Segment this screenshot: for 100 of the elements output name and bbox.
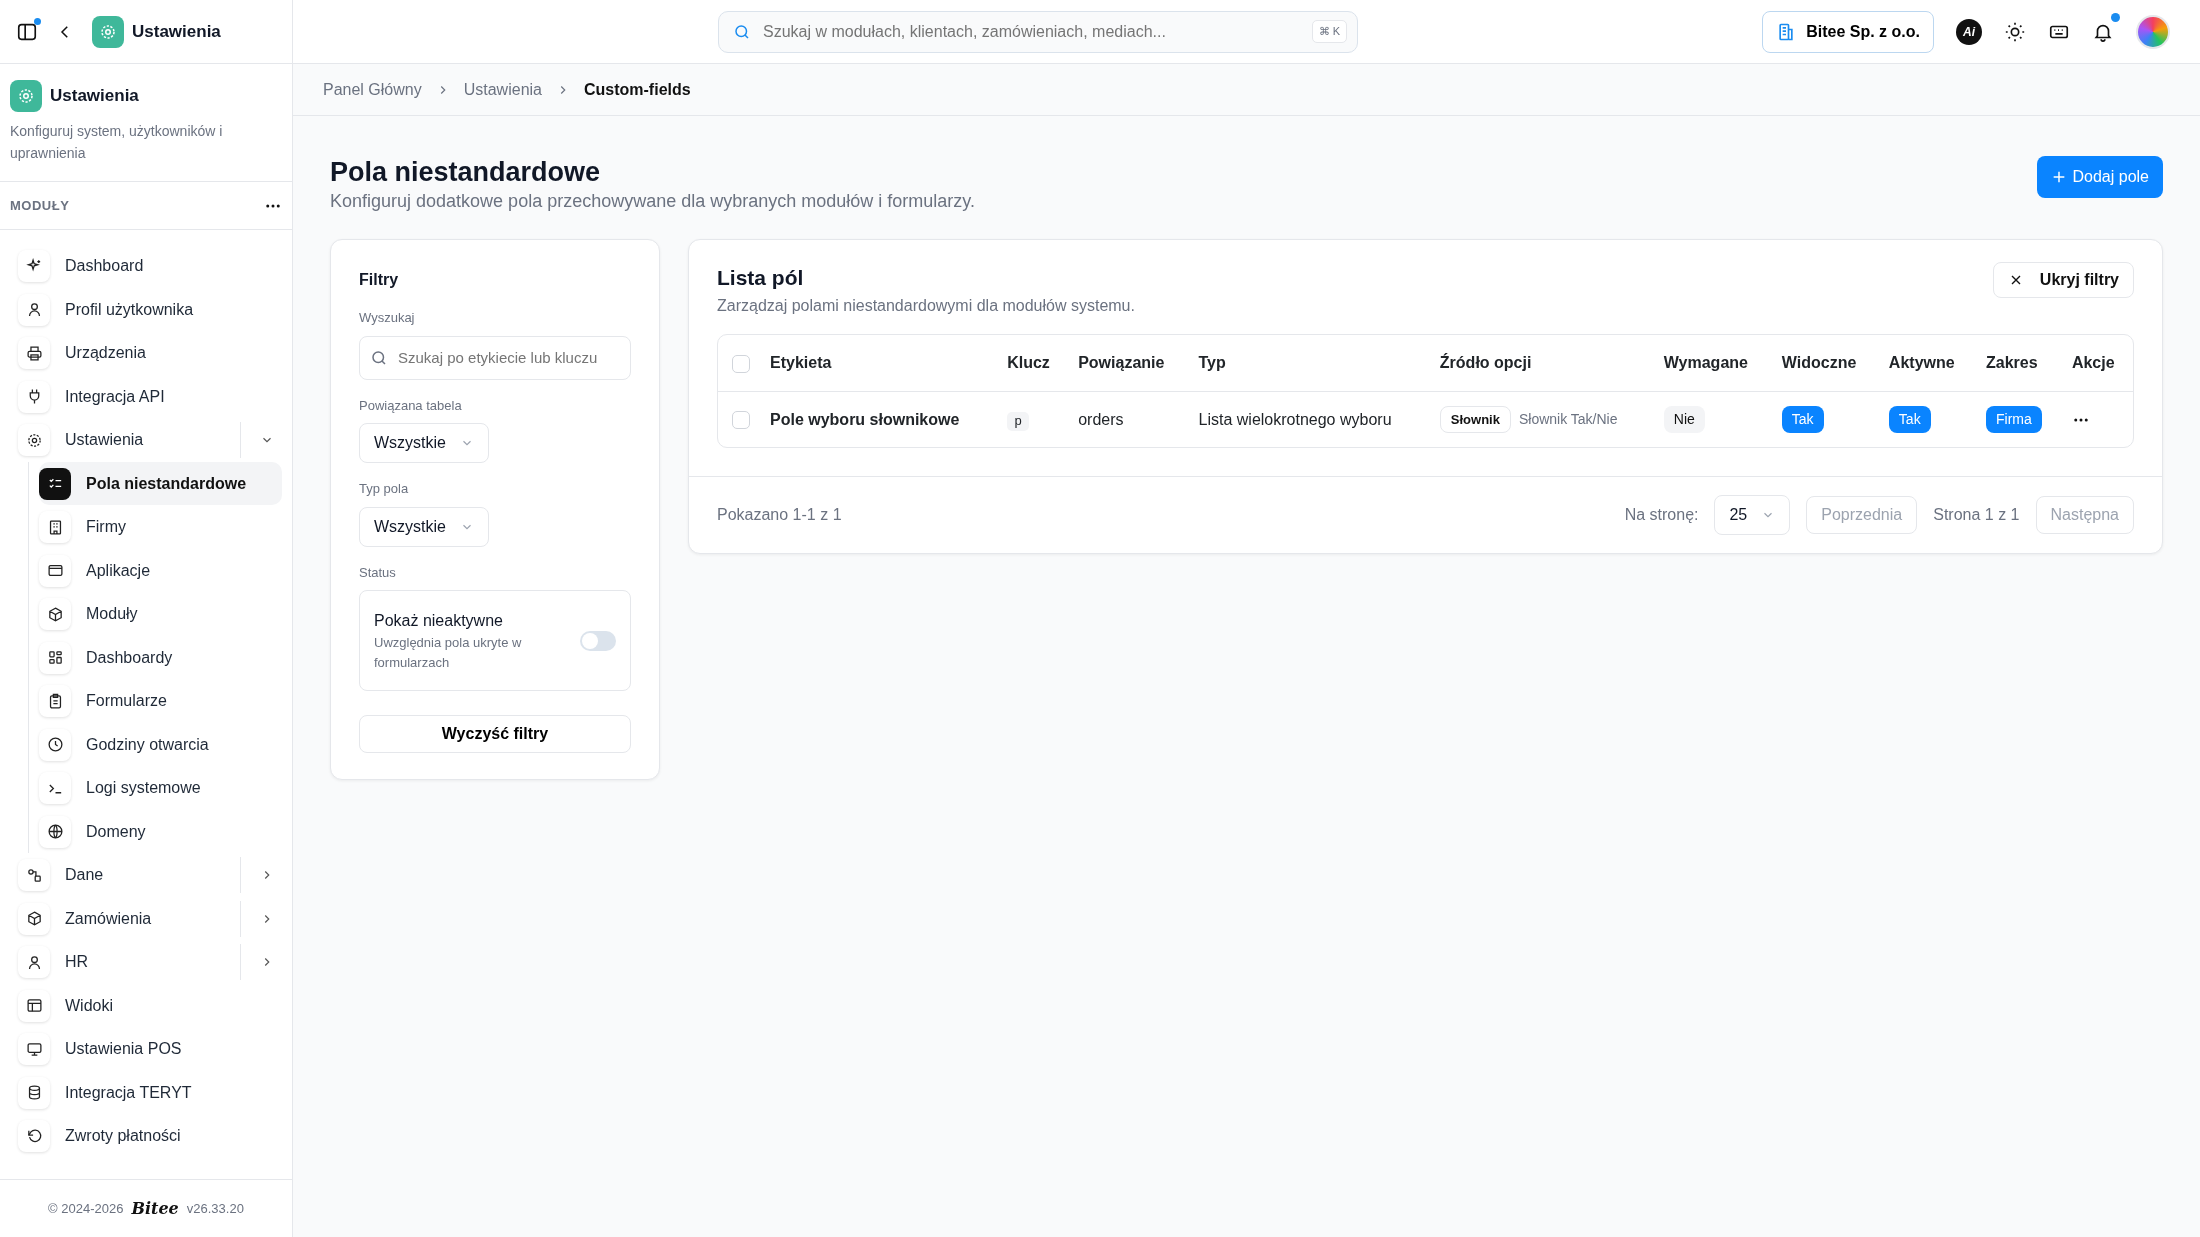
add-field-button[interactable]: Dodaj pole xyxy=(2036,156,2163,198)
type-select[interactable]: Wszystkie xyxy=(359,506,489,547)
sidebar-item[interactable]: Aplikacje xyxy=(39,548,282,593)
current-page-crumb: Custom-fields xyxy=(584,79,691,100)
grid-icon xyxy=(39,641,71,674)
sidebar-item[interactable]: Integracja API xyxy=(18,374,282,419)
company-switcher[interactable]: Bitee Sp. z o.o. xyxy=(1762,10,1934,53)
gear-icon xyxy=(92,15,124,48)
column-header: Wymagane xyxy=(1663,353,1748,371)
gear-icon xyxy=(10,80,42,112)
globe-icon xyxy=(39,815,71,848)
gear-icon xyxy=(18,424,50,457)
section-heading: MODUŁY xyxy=(10,196,70,215)
building-icon xyxy=(39,511,71,544)
source-name: Słownik Tak/Nie xyxy=(1518,410,1618,427)
search-bar[interactable]: Szukaj po etykiecie lub kluczu xyxy=(359,335,631,380)
per-page-label: Na stronę: xyxy=(1624,505,1699,526)
sidebar-item[interactable]: Ustawienia POS xyxy=(18,1027,282,1071)
toggle-hint: Uwzględnia pola ukryte w formularzach xyxy=(374,634,523,672)
page-indicator: Strona 1 z 1 xyxy=(1933,505,2020,526)
column-header: Akcje xyxy=(2071,353,2115,371)
field-label: Wyszukaj xyxy=(359,309,416,328)
terminal-icon xyxy=(39,772,71,805)
sidebar-item[interactable]: Dashboard xyxy=(18,244,282,288)
sidebar-item[interactable]: Godziny otwarcia xyxy=(39,722,282,767)
sidebar-item[interactable]: Zwroty płatności xyxy=(18,1114,282,1158)
version-text: v26.33.20 xyxy=(186,1199,244,1218)
page-title: Pola niestandardowe xyxy=(330,156,602,189)
column-header: Typ xyxy=(1198,353,1226,371)
ai-assistant-button[interactable]: Ai xyxy=(1956,18,1982,45)
search-bar[interactable]: Szukaj w modułach, klientach, zamówieniach, mediach... ⌘ K xyxy=(718,10,1358,53)
layout-icon xyxy=(18,989,50,1022)
column-header: Źródło opcji xyxy=(1439,353,1532,371)
shortcut-hint: ⌘ K xyxy=(1311,20,1347,43)
column-header: Zakres xyxy=(1986,353,2038,371)
breadcrumb-link[interactable]: Panel Główny xyxy=(323,77,422,102)
sidebar-item[interactable]: Ustawienia xyxy=(18,418,282,462)
search-icon xyxy=(733,22,751,41)
sidebar-item[interactable]: Widoki xyxy=(18,983,282,1028)
search-input[interactable]: Szukaj w modułach, klientach, zamówieniach, mediach... xyxy=(761,18,1302,45)
copyright-text: © 2024-2026 xyxy=(48,1199,124,1218)
user-avatar[interactable] xyxy=(2136,14,2170,49)
row-checkbox[interactable] xyxy=(732,411,750,430)
undo-icon xyxy=(18,1120,50,1153)
field-label: Status xyxy=(359,563,397,582)
scope-tag: Firma xyxy=(1986,406,2042,434)
window-icon xyxy=(39,554,71,587)
checklist-icon xyxy=(39,467,71,500)
monitor-icon xyxy=(18,1033,50,1066)
filters-title: Filtry xyxy=(359,270,400,291)
column-header: Powiązanie xyxy=(1078,353,1165,371)
column-header: Aktywne xyxy=(1888,353,1955,371)
column-header: Klucz xyxy=(1007,353,1050,371)
type-text: Lista wielokrotnego wyboru xyxy=(1198,410,1392,428)
source-tag: Słownik xyxy=(1439,405,1511,434)
list-title: Lista pól xyxy=(717,265,805,292)
sidebar-item[interactable]: Formularze xyxy=(39,679,282,723)
results-summary: Pokazano 1-1 z 1 xyxy=(717,505,842,526)
active-tag: Tak xyxy=(1888,406,1931,434)
breadcrumb-link[interactable]: Ustawienia xyxy=(463,77,542,102)
sidebar-item[interactable]: Moduły xyxy=(39,592,282,636)
sidebar-description: Konfiguruj system, użytkowników i uprawnienia xyxy=(10,122,224,164)
sidebar-item[interactable]: Pola niestandardowe xyxy=(39,461,282,506)
sidebar-item[interactable]: Logi systemowe xyxy=(39,766,282,810)
sidebar-title: Ustawienia xyxy=(50,85,139,108)
clipboard-icon xyxy=(39,685,71,718)
field-label: Typ pola xyxy=(359,480,410,499)
user-icon xyxy=(18,293,50,326)
relation-text: orders xyxy=(1078,410,1124,428)
sidebar-item[interactable]: Firmy xyxy=(39,505,282,549)
sparkle-icon xyxy=(18,250,50,283)
sidebar-item[interactable]: Urządzenia xyxy=(18,331,282,375)
per-page-select[interactable]: 25 xyxy=(1714,495,1791,536)
required-tag: Nie xyxy=(1663,406,1705,434)
field-key: p xyxy=(1007,411,1029,431)
sidebar-item[interactable]: HR xyxy=(18,940,282,984)
search-icon xyxy=(370,348,388,367)
toggle-title: Pokaż nieaktywne xyxy=(374,611,504,632)
sidebar-item[interactable]: Integracja TERYT xyxy=(18,1070,282,1115)
select-all-checkbox[interactable] xyxy=(732,354,750,373)
field-label: Powiązana tabela xyxy=(359,396,463,415)
theme-toggle-icon[interactable] xyxy=(2004,20,2026,43)
page-subtitle: Konfiguruj dodatkowe pola przechowywane dla wybranych modułów i formularzy. xyxy=(330,190,975,214)
cube-icon xyxy=(39,598,71,631)
clear-filters-button[interactable]: Wyczyść filtry xyxy=(359,715,631,754)
user-icon xyxy=(18,946,50,979)
sidebar-item[interactable]: Domeny xyxy=(39,809,282,854)
brand-logo: Bitee xyxy=(131,1197,179,1220)
hide-filters-button[interactable]: Ukryj filtry xyxy=(1992,262,2134,299)
sidebar-item[interactable]: Dane xyxy=(18,853,282,897)
shapes-icon xyxy=(18,859,50,892)
table-select[interactable]: Wszystkie xyxy=(359,423,489,464)
plug-icon xyxy=(18,380,50,413)
printer-icon xyxy=(18,337,50,370)
app-title: Ustawienia xyxy=(132,20,221,43)
sidebar-item[interactable]: Zamówienia xyxy=(18,896,282,941)
clock-icon xyxy=(39,728,71,761)
database-icon xyxy=(18,1076,50,1109)
sidebar-item[interactable]: Dashboardy xyxy=(39,635,282,680)
sidebar-item[interactable]: Profil użytkownika xyxy=(18,287,282,332)
